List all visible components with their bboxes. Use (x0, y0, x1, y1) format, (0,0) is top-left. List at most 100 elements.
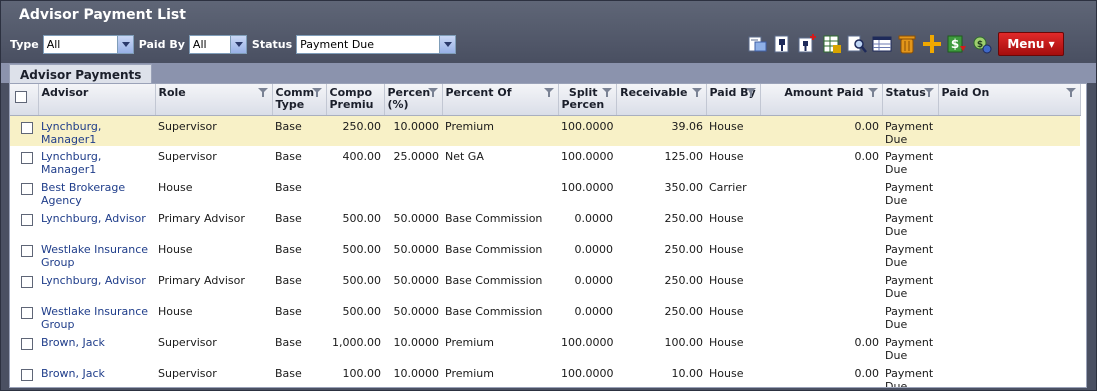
payment-icon[interactable]: $ (946, 33, 968, 55)
table-row[interactable]: Best Brokerage Agency House Base 100.0000 35… (10, 177, 1080, 208)
table-row[interactable]: Lynchburg, Manager1 Supervisor Base 250.00 1… (10, 115, 1080, 146)
svg-text:$: $ (951, 37, 959, 51)
column-header-paid-on[interactable]: Paid On (938, 84, 1081, 116)
chevron-down-icon[interactable] (229, 35, 246, 53)
select-all-checkbox[interactable] (15, 91, 27, 103)
advisor-cell[interactable]: Lynchburg, Manager1 (38, 115, 155, 146)
amount-paid-cell (760, 177, 882, 208)
table-row[interactable]: Westlake Insurance Group House Base 500.00 5… (10, 239, 1080, 270)
filter-icon[interactable] (1065, 88, 1077, 97)
add-icon[interactable] (921, 33, 943, 55)
toolbar: $ $ Menu ▾ (746, 31, 1064, 57)
column-header-paid-by[interactable]: Paid By (706, 84, 761, 116)
pin-icon[interactable] (771, 33, 793, 55)
amount-paid-cell: 0.00 (854, 119, 880, 133)
row-checkbox[interactable] (21, 307, 33, 319)
filter-icon[interactable] (427, 88, 439, 97)
receivable-cell: 250.00 (664, 305, 704, 318)
row-checkbox[interactable] (21, 183, 33, 195)
delete-icon[interactable] (896, 33, 918, 55)
column-header-percent[interactable]: Percen (%) (384, 84, 443, 116)
percent-of-cell: Base Commission (445, 243, 543, 256)
advisor-cell[interactable]: Brown, Jack (38, 332, 155, 363)
column-header-amount-paid[interactable]: Amount Paid (760, 84, 883, 116)
table-row[interactable]: Brown, Jack Supervisor Base 1,000.00 10.0000… (10, 332, 1080, 363)
advisor-cell[interactable]: Westlake Insurance Group (38, 239, 155, 270)
search-icon[interactable] (846, 33, 868, 55)
percent-of-cell: Premium (445, 367, 494, 380)
amount-paid-cell: 0.00 (854, 336, 880, 349)
table-row[interactable]: Brown, Jack Supervisor Base 100.00 10.0000 Pr… (10, 363, 1080, 387)
role-cell: Primary Advisor (158, 274, 245, 287)
filter-icon[interactable] (867, 88, 879, 97)
status-cell: Payment Due (885, 181, 934, 207)
table-row[interactable]: Lynchburg, Manager1 Supervisor Base 400.00 2… (10, 146, 1080, 177)
column-header-label: Comm Type (275, 86, 315, 111)
role-cell: House (158, 243, 193, 256)
excel-icon[interactable] (821, 33, 843, 55)
column-header-role[interactable]: Role (155, 84, 273, 116)
filter-icon[interactable] (543, 88, 555, 97)
svg-text:$: $ (977, 40, 983, 50)
row-checkbox[interactable] (21, 369, 33, 381)
split-cell: 0.0000 (574, 274, 614, 287)
paid-by-cell: House (709, 367, 744, 380)
row-checkbox[interactable] (21, 152, 33, 164)
filter-icon[interactable] (745, 88, 757, 97)
receivable-cell: 10.00 (671, 367, 704, 380)
paid-by-cell: House (709, 212, 744, 225)
row-checkbox[interactable] (21, 214, 33, 226)
column-header-split[interactable]: Split Percen (558, 84, 617, 116)
advisor-cell[interactable]: Lynchburg, Advisor (38, 208, 155, 239)
column-header-comm-type[interactable]: Comm Type (272, 84, 327, 116)
table-row[interactable]: Westlake Insurance Group House Base 500.00 5… (10, 301, 1080, 332)
filter-icon[interactable] (923, 88, 935, 97)
pin-add-icon[interactable] (796, 33, 818, 55)
percent-cell (384, 177, 442, 208)
export-icon[interactable] (746, 33, 768, 55)
tab-advisor-payments[interactable]: Advisor Payments (9, 64, 153, 84)
row-checkbox[interactable] (21, 276, 33, 288)
refresh-payment-icon[interactable]: $ (971, 33, 993, 55)
column-header-status[interactable]: Status (882, 84, 939, 116)
column-header-advisor[interactable]: Advisor (38, 84, 156, 116)
row-select-cell (10, 363, 38, 387)
receivable-cell: 350.00 (664, 181, 704, 194)
paid-on-cell (938, 270, 1080, 301)
column-header-premium[interactable]: Compo Premiu (326, 84, 385, 116)
advisor-cell[interactable]: Lynchburg, Manager1 (38, 146, 155, 177)
row-checkbox[interactable] (21, 121, 33, 134)
chevron-down-icon[interactable] (116, 35, 133, 53)
comm-type-cell: Base (275, 336, 302, 349)
row-checkbox[interactable] (21, 245, 33, 257)
type-select[interactable]: All (42, 34, 134, 54)
advisor-cell[interactable]: Brown, Jack (38, 363, 155, 387)
columns-icon[interactable] (871, 33, 893, 55)
amount-paid-cell (760, 270, 882, 301)
paid-on-cell (938, 146, 1080, 177)
split-cell: 100.0000 (561, 119, 614, 133)
filter-icon[interactable] (601, 88, 613, 97)
filter-icon[interactable] (311, 88, 323, 97)
advisor-cell[interactable]: Lynchburg, Advisor (38, 270, 155, 301)
filter-icon[interactable] (691, 88, 703, 97)
advisor-cell[interactable]: Westlake Insurance Group (38, 301, 155, 332)
table-row[interactable]: Lynchburg, Advisor Primary Advisor Base 500… (10, 270, 1080, 301)
paid-by-select[interactable]: All (188, 34, 247, 54)
paid-by-cell: House (709, 119, 744, 133)
status-cell: Payment Due (885, 243, 934, 269)
column-header-receivable[interactable]: Receivable (616, 84, 707, 116)
table-row[interactable]: Lynchburg, Advisor Primary Advisor Base 500… (10, 208, 1080, 239)
advisor-payments-table: Advisor Role Comm Type Compo Premiu Perc… (10, 84, 1081, 387)
chevron-down-icon[interactable] (439, 35, 456, 53)
status-select[interactable]: Payment Due (296, 34, 457, 54)
advisor-cell[interactable]: Best Brokerage Agency (38, 177, 155, 208)
row-checkbox[interactable] (21, 338, 33, 350)
percent-cell: 25.0000 (393, 150, 440, 163)
percent-of-cell: Base Commission (445, 212, 543, 225)
paid-by-cell: House (709, 305, 744, 318)
amount-paid-cell: 0.00 (854, 367, 880, 380)
menu-button[interactable]: Menu ▾ (998, 32, 1064, 56)
column-header-percent-of[interactable]: Percent Of (442, 84, 559, 116)
filter-icon[interactable] (257, 88, 269, 97)
